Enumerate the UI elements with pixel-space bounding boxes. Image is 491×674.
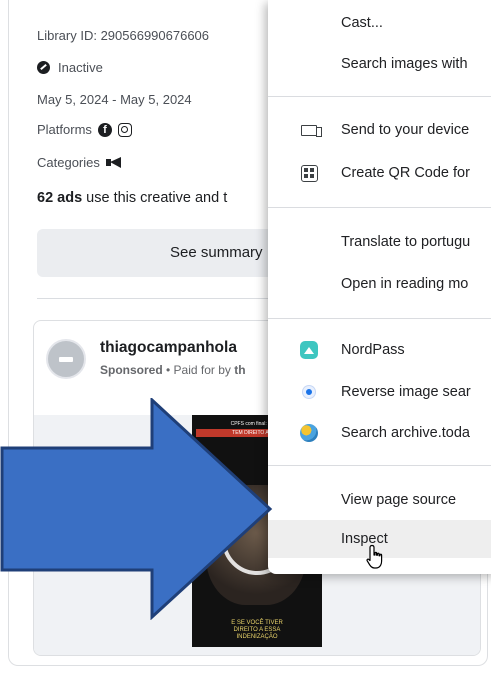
platforms-row: Platforms f (37, 122, 132, 137)
menu-item-label: Search images with (341, 56, 468, 72)
menu-item-label: Cast... (341, 15, 383, 31)
ads-count-text: 62 ads use this creative and t (37, 190, 227, 206)
menu-item-label: Reverse image sear (341, 384, 471, 400)
menu-item-label: Search archive.toda (341, 425, 470, 441)
inactive-icon (37, 61, 50, 74)
menu-item-create-qr[interactable]: Create QR Code for (268, 154, 491, 192)
menu-separator (268, 207, 491, 208)
menu-item-nordpass[interactable]: NordPass (268, 331, 491, 369)
menu-item-label: Create QR Code for (341, 165, 470, 181)
menu-separator (268, 96, 491, 97)
paid-for-name: th (234, 363, 246, 377)
library-id: Library ID: 290566990676606 (37, 28, 210, 43)
sponsored-label: Sponsored (100, 363, 163, 377)
menu-item-reverse-image-search[interactable]: Reverse image sear (268, 373, 491, 411)
ads-count-suffix: use this creative and t (82, 190, 228, 206)
instagram-icon (117, 122, 132, 137)
menu-separator (268, 465, 491, 466)
menu-item-label: NordPass (341, 342, 405, 358)
media-caption: E SE VOCÊ TIVER DIREITO A ESSA INDENIZAÇ… (192, 620, 322, 641)
menu-item-search-images[interactable]: Search images with (268, 45, 491, 83)
pointer-arrow-annotation (0, 398, 273, 620)
paid-for-prefix: • Paid for by (162, 363, 235, 377)
nordpass-icon (299, 340, 319, 360)
ads-count: 62 ads (37, 190, 83, 206)
qr-code-icon (299, 163, 319, 183)
sponsored-line: Sponsored • Paid for by th (100, 363, 246, 377)
advertiser-name[interactable]: thiagocampanhola (100, 339, 237, 357)
status-row: Inactive (37, 60, 103, 75)
menu-item-search-archive[interactable]: Search archive.toda (268, 414, 491, 452)
arrow-shape (0, 398, 273, 620)
reverse-image-icon (299, 382, 319, 402)
advertiser-avatar[interactable] (46, 339, 86, 379)
categories-label: Categories (37, 155, 100, 170)
date-range: May 5, 2024 - May 5, 2024 (37, 92, 192, 107)
caption-line-3: INDENIZAÇÃO (236, 634, 278, 640)
menu-item-translate[interactable]: Translate to portugu (268, 223, 491, 261)
context-menu: Cast... Search images with Send to your … (268, 0, 491, 574)
platforms-label: Platforms (37, 122, 92, 137)
menu-separator (268, 318, 491, 319)
menu-item-view-source[interactable]: View page source (268, 481, 491, 519)
caption-line-1: E SE VOCÊ TIVER (231, 620, 283, 626)
menu-item-label: Send to your device (341, 122, 470, 138)
status-text: Inactive (58, 60, 103, 75)
megaphone-icon (105, 157, 122, 168)
facebook-icon: f (97, 122, 112, 137)
menu-item-reading-mode[interactable]: Open in reading mo (268, 265, 491, 303)
menu-item-label: Open in reading mo (341, 276, 469, 292)
archive-globe-icon (299, 423, 319, 443)
menu-item-label: View page source (341, 492, 457, 508)
menu-item-cast[interactable]: Cast... (268, 4, 491, 42)
categories-row: Categories (37, 155, 122, 170)
menu-item-label: Translate to portugu (341, 234, 471, 250)
menu-item-send-to-device[interactable]: Send to your device (268, 111, 491, 149)
caption-line-2: DIREITO A ESSA (233, 627, 281, 633)
hand-cursor-icon (366, 544, 383, 569)
screen-icon (299, 120, 322, 140)
